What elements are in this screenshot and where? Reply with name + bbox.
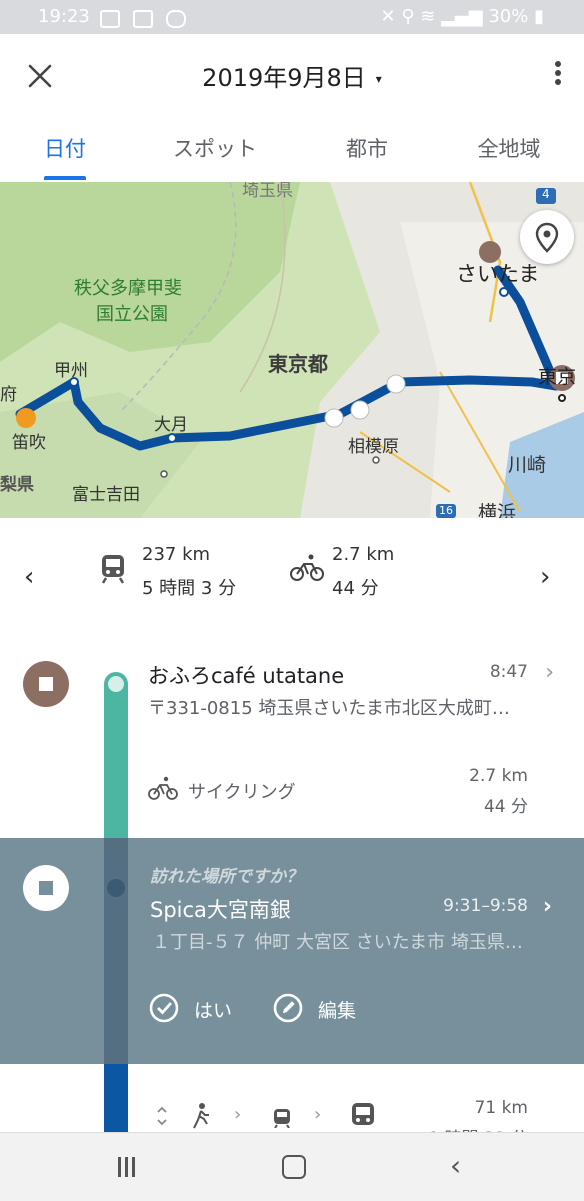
date-selector[interactable]: 2019年9月8日 ▾ (0, 58, 584, 93)
expand-icon (157, 1106, 167, 1126)
visit-address: １丁目-５７ 仲町 大宮区 さいたま市 埼玉県… (152, 932, 523, 953)
location-pin-icon (535, 222, 559, 253)
edit-visit-button[interactable]: 編集 (272, 990, 402, 1030)
map-label-kokuritsu: 国立公園 (96, 304, 168, 325)
train-icon (352, 1103, 374, 1125)
bicycle-icon (148, 776, 178, 800)
visit-place-name[interactable]: Spica大宮南銀 (150, 894, 291, 924)
segment-start-dot (108, 676, 124, 692)
system-navigation-bar: ‹ (0, 1132, 584, 1201)
back-arrow-icon: ‹ (450, 1149, 462, 1182)
shield-icon (133, 9, 154, 28)
stop-icon (39, 677, 53, 691)
more-options-button[interactable] (552, 58, 564, 94)
check-circle-icon (149, 993, 179, 1023)
battery-icon: ▮ (534, 6, 544, 27)
map-label-saitama-pref: 埼玉県 (242, 182, 293, 201)
chevron-right-icon: › (314, 1104, 322, 1125)
activity-label: サイクリング (188, 782, 296, 803)
transit-segment-line (104, 1064, 128, 1132)
tab-bar: 日付 スポット 都市 全地域 (0, 118, 584, 183)
edit-visit-label: 編集 (318, 1000, 357, 1022)
mute-icon: ✕ (380, 6, 396, 27)
next-segment-row[interactable]: › › 71 km 1 時間 32 分 (0, 1064, 584, 1149)
status-bar: 19:23 ✕ ⚲ ≋ ▂▄▆ 30% ▮ (0, 0, 584, 34)
map-label-kawasaki: 川崎 (508, 454, 547, 476)
chevron-right-icon: › (540, 562, 551, 592)
train-icon (274, 1109, 290, 1128)
previous-day-button[interactable]: ‹ (24, 562, 34, 592)
confirm-yes-button[interactable]: はい (148, 990, 268, 1030)
map-label-yokohama: 横浜 (478, 502, 517, 518)
battery-level: 30% (488, 6, 529, 27)
next-segment-distance: 71 km (474, 1098, 528, 1118)
chevron-left-icon: ‹ (24, 562, 35, 592)
location-icon: ⚲ (401, 6, 415, 27)
map-label-sagamihara: 相模原 (348, 437, 399, 457)
recent-apps-button[interactable] (118, 1157, 140, 1177)
dropdown-caret-icon: ▾ (375, 72, 382, 86)
map-label-tokyo: 東京 (538, 366, 577, 388)
train-icon (101, 555, 125, 584)
chevron-right-icon[interactable]: › (545, 660, 554, 685)
home-button[interactable] (282, 1155, 306, 1179)
notification-icons (100, 8, 194, 28)
map-label-fuefuki: 笛吹 (12, 433, 46, 453)
map-label-kofu: 府 (0, 385, 17, 405)
date-title-text: 2019年9月8日 (202, 64, 366, 92)
signal-icon: ▂▄▆ (441, 6, 483, 27)
chevron-right-icon[interactable]: › (543, 894, 552, 919)
tab-date[interactable]: 日付 (22, 118, 108, 182)
activity-duration: 44 分 (483, 797, 528, 817)
map-label-tokyo-to: 東京都 (268, 352, 328, 376)
active-tab-indicator (44, 176, 86, 180)
timeline-line-overlay (104, 838, 128, 1064)
wifi-icon: ≋ (420, 6, 436, 27)
cloud-icon (166, 9, 187, 28)
bike-distance: 2.7 km (332, 544, 395, 565)
confirm-yes-label: はい (194, 1000, 233, 1022)
edit-pencil-icon (273, 993, 303, 1023)
chevron-right-icon: › (234, 1104, 242, 1125)
map-label-chichibu: 秩父多摩甲斐 (74, 278, 182, 299)
location-button[interactable] (520, 210, 574, 264)
stop-icon (39, 881, 53, 895)
place-address: 〒331-0815 埼玉県さいたま市北区大成町… (148, 698, 510, 719)
back-button[interactable]: ‹ (450, 1149, 461, 1182)
tab-cities[interactable]: 都市 (322, 118, 412, 182)
place-title[interactable]: おふろcafé utatane (148, 660, 344, 690)
visit-confirmation-card[interactable]: 訪れた場所ですか？ Spica大宮南銀 9:31–9:58 › １丁目-５７ 仲… (0, 838, 584, 1064)
day-summary: ‹ 237 km 5 時間 3 分 2.7 km 44 分 › (0, 518, 584, 633)
tab-spots[interactable]: スポット (150, 118, 280, 182)
segment-dot (107, 879, 125, 897)
visit-question: 訪れた場所ですか？ (150, 867, 303, 887)
train-duration: 5 時間 3 分 (142, 578, 237, 599)
activity-distance: 2.7 km (469, 766, 528, 786)
map-label-koshu: 甲州 (54, 361, 88, 381)
tab-all-regions[interactable]: 全地域 (456, 118, 562, 182)
walking-icon (193, 1103, 209, 1129)
visit-place-marker[interactable] (23, 865, 69, 911)
train-distance: 237 km (142, 544, 211, 565)
visit-time-range: 9:31–9:58 (443, 896, 528, 916)
place-marker[interactable] (23, 661, 69, 707)
place-arrival-time: 8:47 (489, 662, 528, 682)
map-route-shield-16: 16 (439, 504, 453, 517)
map-view[interactable]: 埼玉県 秩父多摩甲斐 国立公園 府 甲州 笛吹 梨県 大月 富士吉田 東京都 相… (0, 182, 584, 518)
map-route-shield-4: 4 (542, 187, 550, 201)
image-icon (100, 9, 120, 28)
status-time: 19:23 (38, 6, 90, 27)
map-label-otsuki: 大月 (154, 415, 188, 435)
map-label-yamanashi: 梨県 (0, 475, 34, 495)
map-label-fujiyoshida: 富士吉田 (72, 485, 140, 505)
system-icons: ✕ ⚲ ≋ ▂▄▆ 30% ▮ (381, 6, 545, 27)
app-bar: 2019年9月8日 ▾ (0, 34, 584, 118)
next-day-button[interactable]: › (540, 562, 550, 592)
bike-duration: 44 分 (332, 578, 379, 599)
bicycle-icon (290, 554, 324, 581)
